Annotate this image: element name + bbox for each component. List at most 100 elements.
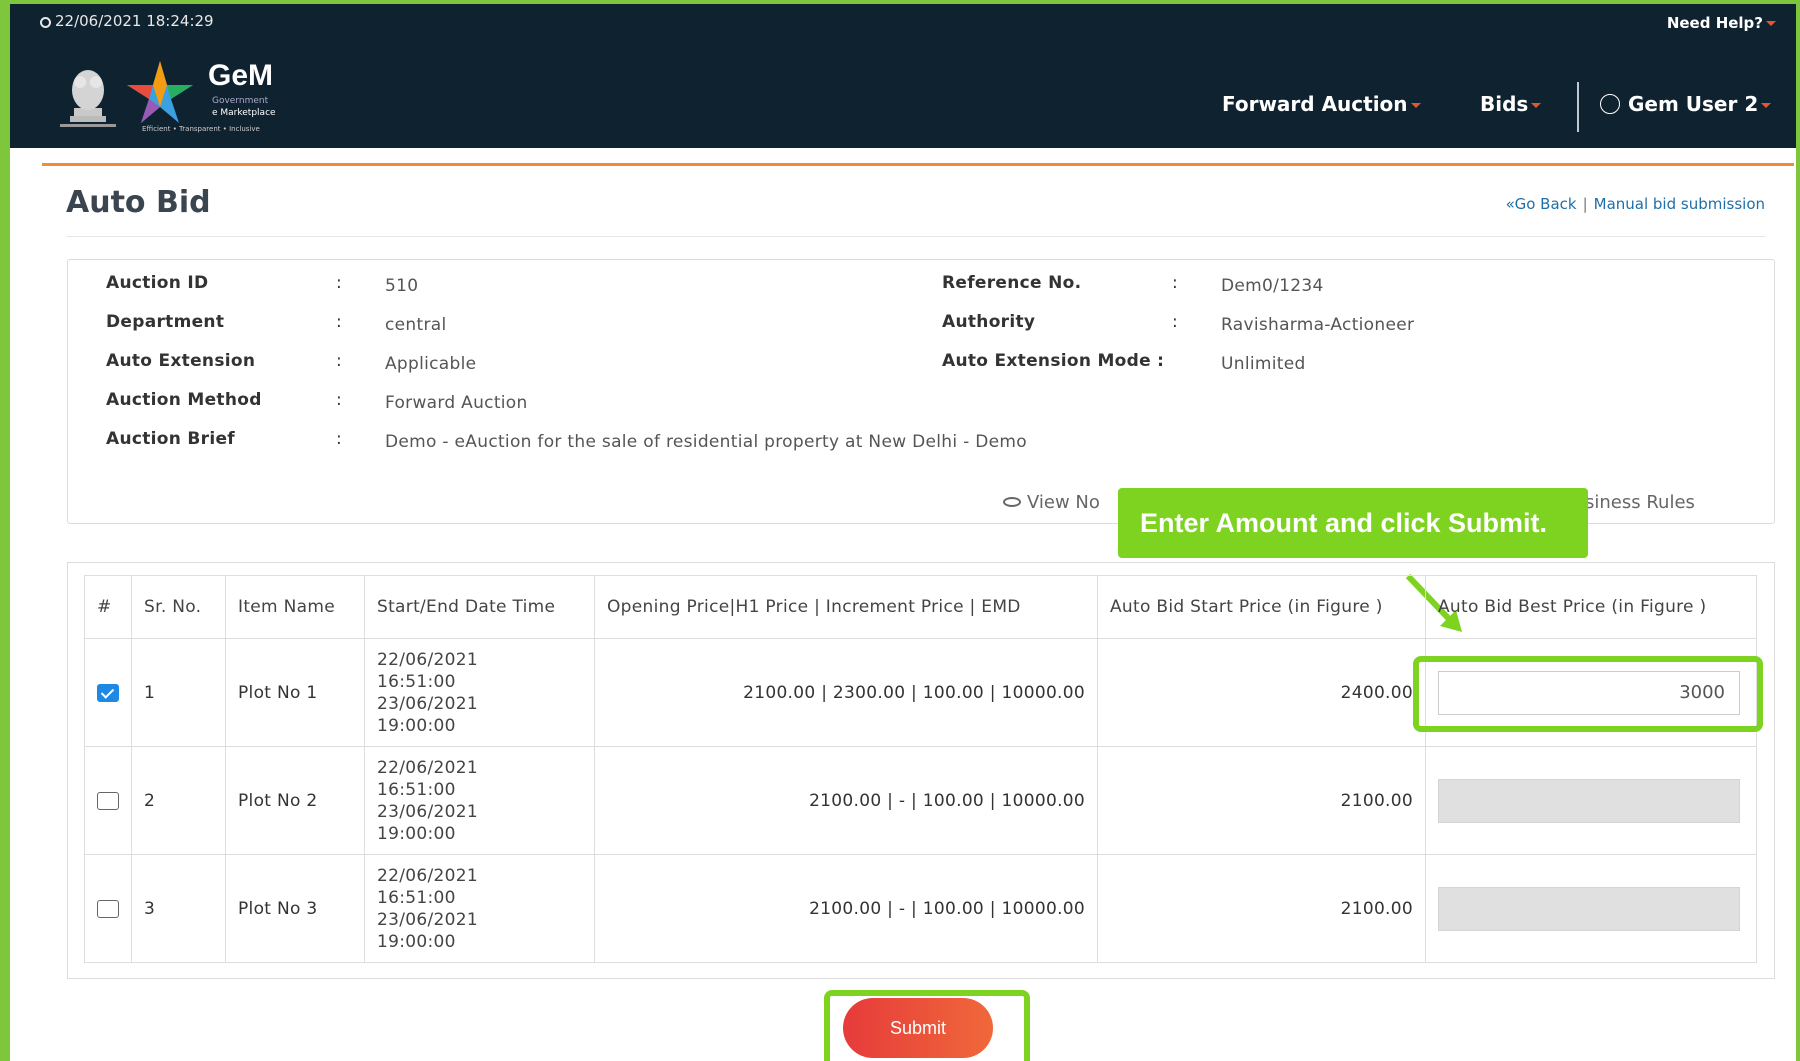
end-time: 19:00:00 xyxy=(377,823,456,844)
col-auto-start: Auto Bid Start Price (in Figure ) xyxy=(1097,575,1426,639)
chevron-down-icon xyxy=(1410,103,1421,108)
row-select-cell xyxy=(84,638,132,747)
header-bar: 22/06/2021 18:24:29 Need Help? GeM Gover… xyxy=(10,4,1796,148)
eye-icon xyxy=(1003,497,1021,507)
item-name-cell: Plot No 2 xyxy=(225,746,365,855)
col-auto-best: Auto Bid Best Price (in Figure ) xyxy=(1425,575,1757,639)
title-divider xyxy=(66,236,1766,237)
row-select-cell xyxy=(84,746,132,855)
nav-bids[interactable]: Bids xyxy=(1480,92,1542,116)
col-prices: Opening Price|H1 Price | Increment Price… xyxy=(594,575,1098,639)
row-checkbox[interactable] xyxy=(97,683,119,702)
manual-bid-link[interactable]: Manual bid submission xyxy=(1594,195,1765,213)
auto-extension-value: Applicable xyxy=(385,354,477,374)
col-item-name: Item Name xyxy=(225,575,365,639)
row-select-cell xyxy=(84,854,132,963)
logo-sub-government: Government xyxy=(212,96,269,106)
chevron-down-icon xyxy=(1766,21,1776,26)
date-time-cell: 22/06/2021 16:51:00 23/06/2021 19:00:00 xyxy=(364,746,595,855)
instruction-callout: Enter Amount and click Submit. xyxy=(1118,488,1588,558)
chevron-down-icon xyxy=(1761,103,1772,108)
auto-best-price-cell xyxy=(1425,854,1757,963)
start-time: 16:51:00 xyxy=(377,887,456,908)
colon: : xyxy=(336,390,342,410)
datetime-text: 22/06/2021 18:24:29 xyxy=(55,12,214,30)
clock-icon xyxy=(40,17,51,28)
start-time: 16:51:00 xyxy=(377,779,456,800)
best-price-input[interactable] xyxy=(1438,886,1740,931)
sr-no-cell: 2 xyxy=(131,746,226,855)
user-icon xyxy=(1600,94,1620,114)
sr-no-cell: 1 xyxy=(131,638,226,747)
national-emblem-icon xyxy=(60,70,116,127)
start-date: 22/06/2021 xyxy=(377,649,478,670)
start-time: 16:51:00 xyxy=(377,671,456,692)
end-time: 19:00:00 xyxy=(377,715,456,736)
auction-id-label: Auction ID xyxy=(106,273,209,293)
nav-forward-auction-label: Forward Auction xyxy=(1222,92,1408,116)
best-price-input[interactable] xyxy=(1438,778,1740,823)
table-row: 3 Plot No 3 22/06/2021 16:51:00 23/06/20… xyxy=(84,854,1757,963)
nav-divider xyxy=(1577,82,1579,132)
gem-logo[interactable]: GeM Government e Marketplace Efficient •… xyxy=(60,59,310,134)
page-title: Auto Bid xyxy=(66,185,211,220)
end-date: 23/06/2021 xyxy=(377,801,478,822)
sr-no-cell: 3 xyxy=(131,854,226,963)
auction-id-value: 510 xyxy=(385,276,419,296)
nav-forward-auction[interactable]: Forward Auction xyxy=(1222,92,1421,116)
date-time-cell: 22/06/2021 16:51:00 23/06/2021 19:00:00 xyxy=(364,638,595,747)
col-sr-no: Sr. No. xyxy=(131,575,226,639)
gem-star-icon xyxy=(127,61,193,123)
date-time-cell: 22/06/2021 16:51:00 23/06/2021 19:00:00 xyxy=(364,854,595,963)
go-back-link[interactable]: «Go Back xyxy=(1506,195,1577,213)
prices-cell: 2100.00 | - | 100.00 | 10000.00 xyxy=(594,854,1098,963)
start-date: 22/06/2021 xyxy=(377,865,478,886)
input-highlight-box xyxy=(1413,656,1763,732)
colon: : xyxy=(336,351,342,371)
colon: : xyxy=(336,429,342,449)
nav-user-menu[interactable]: Gem User 2 xyxy=(1600,92,1772,116)
item-name-cell: Plot No 3 xyxy=(225,854,365,963)
reference-value: Dem0/1234 xyxy=(1221,276,1324,296)
reference-label: Reference No. xyxy=(942,273,1082,293)
view-notice-label: View No xyxy=(1027,492,1100,513)
colon: : xyxy=(1172,273,1178,293)
view-notice-link[interactable]: View No xyxy=(1003,492,1100,513)
department-label: Department xyxy=(106,312,225,332)
prices-cell: 2100.00 | - | 100.00 | 10000.00 xyxy=(594,746,1098,855)
table-header-row: # Sr. No. Item Name Start/End Date Time … xyxy=(84,575,1757,639)
nav-user-label: Gem User 2 xyxy=(1628,92,1759,116)
auto-start-price-cell: 2100.00 xyxy=(1097,746,1426,855)
auction-info-panel xyxy=(67,259,1775,524)
auto-start-price-cell: 2100.00 xyxy=(1097,854,1426,963)
colon: : xyxy=(1172,312,1178,332)
colon: : xyxy=(336,312,342,332)
submit-button[interactable]: Submit xyxy=(843,998,993,1058)
colon: : xyxy=(336,273,342,293)
auction-method-label: Auction Method xyxy=(106,390,262,410)
department-value: central xyxy=(385,315,447,335)
auction-method-value: Forward Auction xyxy=(385,393,528,413)
datetime-display: 22/06/2021 18:24:29 xyxy=(40,12,214,30)
link-separator: | xyxy=(1582,195,1588,213)
col-start-end: Start/End Date Time xyxy=(364,575,595,639)
auto-extension-label: Auto Extension xyxy=(106,351,256,371)
col-select: # xyxy=(84,575,132,639)
row-checkbox[interactable] xyxy=(97,899,119,918)
items-table: # Sr. No. Item Name Start/End Date Time … xyxy=(84,575,1757,963)
end-date: 23/06/2021 xyxy=(377,693,478,714)
logo-title: GeM xyxy=(208,59,274,92)
need-help-menu[interactable]: Need Help? xyxy=(1667,14,1776,32)
prices-cell: 2100.00 | 2300.00 | 100.00 | 10000.00 xyxy=(594,638,1098,747)
end-time: 19:00:00 xyxy=(377,931,456,952)
header-accent-line xyxy=(42,163,1794,166)
need-help-label: Need Help? xyxy=(1666,14,1763,32)
start-date: 22/06/2021 xyxy=(377,757,478,778)
auto-extension-mode-value: Unlimited xyxy=(1221,354,1306,374)
row-checkbox[interactable] xyxy=(97,791,119,810)
auto-start-price-cell: 2400.00 xyxy=(1097,638,1426,747)
business-rules-link[interactable]: siness Rules xyxy=(1585,492,1695,513)
table-row: 2 Plot No 2 22/06/2021 16:51:00 23/06/20… xyxy=(84,746,1757,855)
logo-sub-marketplace: e Marketplace xyxy=(212,108,276,118)
logo-tagline: Efficient • Transparent • Inclusive xyxy=(142,125,260,133)
